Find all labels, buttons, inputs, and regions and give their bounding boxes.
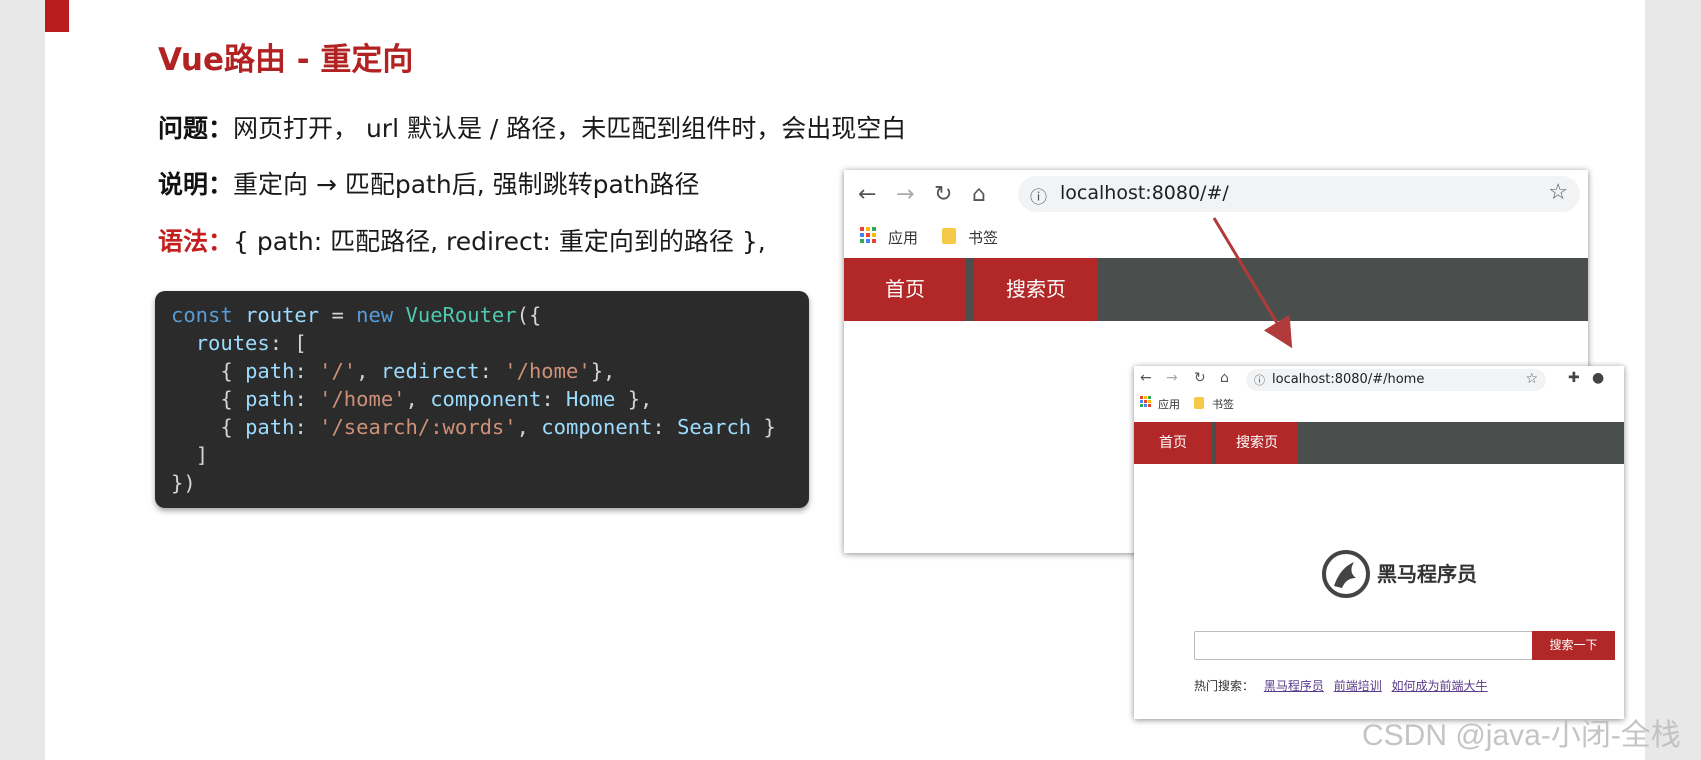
url-text: localhost:8080/#/ [1060, 182, 1229, 204]
browser-toolbar: ← → ↻ ⌂ ⓘ localhost:8080/#/home ☆ ✚ ● [1134, 366, 1624, 392]
search-button[interactable]: 搜索一下 [1532, 631, 1615, 660]
syntax-line: 语法：{ path: 匹配路径, redirect: 重定向到的路径 }, [158, 222, 766, 258]
code-text: const router = new VueRouter({ routes: [… [171, 303, 776, 495]
app-navbar: 首页 搜索页 [844, 258, 1588, 321]
forward-arrow-icon[interactable]: → [1166, 370, 1178, 386]
explain-label: 说明： [158, 170, 234, 199]
back-arrow-icon[interactable]: ← [858, 182, 876, 207]
bookmark-apps[interactable]: 应用 [1158, 396, 1180, 412]
problem-line: 问题：网页打开， url 默认是 / 路径，未匹配到组件时，会出现空白 [158, 109, 906, 145]
address-bar[interactable]: ⓘ localhost:8080/#/home ☆ [1246, 369, 1546, 391]
hot-search-label: 热门搜索： [1194, 679, 1255, 693]
url-text: localhost:8080/#/home [1272, 372, 1425, 387]
bookmarks-bar: 应用 书签 [1134, 392, 1624, 414]
hot-search: 热门搜索： 黑马程序员 前端培训 如何成为前端大牛 [1194, 677, 1488, 694]
hot-link[interactable]: 黑马程序员 [1264, 679, 1324, 693]
hot-link[interactable]: 如何成为前端大牛 [1392, 679, 1488, 693]
browser-window-home: ← → ↻ ⌂ ⓘ localhost:8080/#/home ☆ ✚ ● 应用… [1134, 366, 1624, 719]
nav-tab-home[interactable]: 首页 [1134, 422, 1212, 464]
code-block: const router = new VueRouter({ routes: [… [155, 291, 809, 508]
star-icon[interactable]: ☆ [1525, 371, 1538, 387]
explain-line: 说明：重定向 → 匹配path后, 强制跳转path路径 [158, 165, 699, 201]
bookmark-folder[interactable]: 书签 [1212, 396, 1234, 412]
folder-icon [1194, 397, 1204, 409]
nav-tab-home[interactable]: 首页 [844, 258, 966, 321]
corner-accent-bar [45, 0, 69, 32]
info-icon[interactable]: ⓘ [1254, 372, 1265, 388]
address-bar[interactable]: ⓘ localhost:8080/#/ ☆ [1018, 176, 1580, 212]
watermark: CSDN @java-小闭-全栈 [1362, 719, 1681, 752]
browser-toolbar: ← → ↻ ⌂ ⓘ localhost:8080/#/ ☆ [844, 170, 1588, 217]
puzzle-icon[interactable]: ✚ [1568, 370, 1580, 386]
bookmarks-bar: 应用 书签 [844, 217, 1588, 257]
problem-label: 问题： [158, 114, 234, 143]
explain-text: 重定向 → 匹配path后, 强制跳转path路径 [233, 170, 700, 199]
apps-grid-icon[interactable] [1140, 396, 1151, 407]
problem-text: 网页打开， url 默认是 / 路径，未匹配到组件时，会出现空白 [233, 114, 907, 143]
info-icon[interactable]: ⓘ [1030, 183, 1047, 208]
brand-logo-text: 黑马程序员 [1377, 562, 1477, 586]
home-icon[interactable]: ⌂ [972, 182, 986, 207]
folder-icon [942, 228, 956, 244]
hot-link[interactable]: 前端培训 [1334, 679, 1382, 693]
bookmark-apps[interactable]: 应用 [888, 227, 918, 248]
bookmark-folder[interactable]: 书签 [968, 227, 998, 248]
forward-arrow-icon[interactable]: → [896, 182, 914, 207]
slide-title: Vue路由 - 重定向 [158, 42, 414, 78]
reload-icon[interactable]: ↻ [1194, 370, 1206, 386]
back-arrow-icon[interactable]: ← [1140, 370, 1152, 386]
star-icon[interactable]: ☆ [1548, 180, 1568, 205]
reload-icon[interactable]: ↻ [934, 182, 952, 207]
nav-tab-search[interactable]: 搜索页 [974, 258, 1098, 321]
syntax-label: 语法： [158, 227, 234, 256]
syntax-text: { path: 匹配路径, redirect: 重定向到的路径 }, [233, 227, 766, 256]
search-input[interactable] [1194, 631, 1533, 660]
apps-grid-icon[interactable] [860, 227, 876, 243]
profile-icon[interactable]: ● [1592, 370, 1604, 386]
home-icon[interactable]: ⌂ [1220, 370, 1229, 386]
nav-tab-search[interactable]: 搜索页 [1216, 422, 1298, 464]
app-navbar: 首页 搜索页 [1134, 422, 1624, 464]
brand-logo-icon [1322, 550, 1370, 598]
